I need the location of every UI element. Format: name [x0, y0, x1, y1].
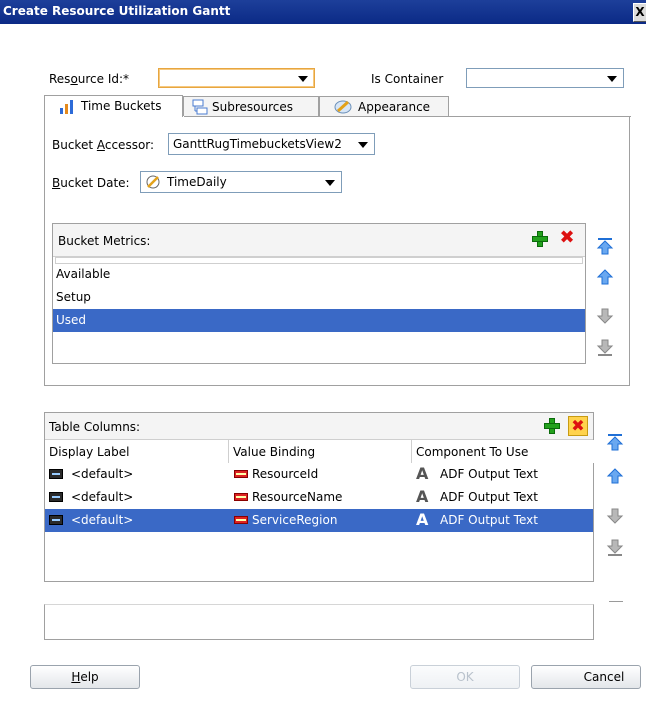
table-columns-title: Table Columns: [49, 420, 141, 434]
bucket-metrics-list: Bucket Metrics: ✖ Available Setup Used [52, 223, 586, 364]
tab-appearance-label: Appearance [358, 100, 431, 114]
component-cell: ADF Output Text [440, 513, 538, 527]
output-text-icon: A [416, 510, 429, 529]
table-header-row: Display Label Value Binding Component To… [45, 440, 595, 463]
tab-appearance[interactable]: Appearance [319, 96, 449, 116]
output-text-icon: A [416, 487, 429, 506]
list-item[interactable]: Setup [53, 286, 585, 309]
attribute-binding-icon [234, 493, 248, 501]
list-item-label: Available [56, 267, 111, 281]
attribute-binding-icon [234, 516, 248, 524]
help-button[interactable]: Help [30, 665, 140, 689]
table-row[interactable]: <default> ResourceName A ADF Output Text [45, 486, 593, 509]
bucket-date-label: Bucket Date: [52, 176, 130, 190]
list-item[interactable]: Available [53, 263, 585, 286]
separator-line [609, 601, 623, 602]
subresources-icon [192, 99, 208, 115]
resource-id-select[interactable] [158, 68, 315, 88]
move-down-icon[interactable] [596, 307, 614, 325]
header-label: Component To Use [416, 445, 529, 459]
bucket-accessor-select[interactable]: GanttRugTimebucketsView2 [168, 133, 375, 155]
bucket-metrics-header: Bucket Metrics: ✖ [53, 224, 585, 257]
column-detail-area [44, 604, 594, 640]
chevron-down-icon [607, 76, 617, 82]
list-item-label: Used [56, 313, 87, 327]
column-header-component[interactable]: Component To Use [412, 440, 595, 463]
column-header-value-binding[interactable]: Value Binding [229, 440, 412, 463]
add-column-icon[interactable] [543, 417, 561, 435]
bucket-accessor-value: GanttRugTimebucketsView2 [173, 137, 342, 151]
time-buckets-icon [60, 100, 73, 114]
column-move-down-icon[interactable] [606, 507, 624, 525]
display-label-cell: <default> [71, 490, 134, 504]
bucket-accessor-label: Bucket Accessor: [52, 138, 155, 152]
value-binding-cell: ResourceId [252, 467, 319, 481]
title-bar: Create Resource Utilization Gantt X [0, 0, 646, 24]
column-header-display-label[interactable]: Display Label [45, 440, 229, 463]
move-to-top-icon[interactable] [596, 237, 614, 255]
move-up-icon[interactable] [596, 268, 614, 286]
create-resource-utilization-gantt-dialog: Create Resource Utilization Gantt X Reso… [0, 0, 646, 702]
value-binding-cell: ResourceName [252, 490, 343, 504]
move-to-bottom-icon[interactable] [596, 339, 614, 357]
output-text-icon: A [416, 464, 429, 483]
table-row-selected[interactable]: <default> ServiceRegion A ADF Output Tex… [45, 509, 593, 532]
close-button[interactable]: X [633, 3, 646, 22]
dialog-title: Create Resource Utilization Gantt [3, 4, 231, 18]
delete-metric-icon[interactable]: ✖ [558, 229, 576, 247]
chevron-down-icon [298, 76, 308, 82]
ok-button[interactable]: OK [410, 665, 520, 689]
value-binding-cell: ServiceRegion [252, 513, 338, 527]
is-container-label: Is Container [371, 72, 444, 86]
delete-column-icon[interactable]: ✖ [568, 416, 588, 436]
tab-time-buckets-label: Time Buckets [81, 99, 162, 113]
column-move-to-top-icon[interactable] [606, 433, 624, 451]
cancel-button[interactable]: Cancel [531, 665, 641, 689]
cancel-label: Cancel [583, 670, 625, 684]
text-tag-icon [49, 492, 63, 502]
attribute-binding-icon [234, 470, 248, 478]
tab-subresources-label: Subresources [212, 100, 293, 114]
add-metric-icon[interactable] [531, 230, 549, 248]
header-label: Value Binding [233, 445, 316, 459]
table-columns-toolbar: Table Columns: ✖ [45, 413, 593, 440]
component-cell: ADF Output Text [440, 467, 538, 481]
appearance-icon [334, 100, 352, 114]
component-cell: ADF Output Text [440, 490, 538, 504]
bucket-metrics-title: Bucket Metrics: [58, 234, 151, 248]
display-label-cell: <default> [71, 513, 134, 527]
tab-subresources[interactable]: Subresources [183, 96, 319, 116]
text-tag-icon [49, 469, 63, 479]
resource-id-label: Resource Id:* [49, 72, 130, 86]
list-item-selected[interactable]: Used [53, 309, 585, 332]
header-label: Display Label [49, 445, 130, 459]
column-move-up-icon[interactable] [606, 467, 624, 485]
column-move-to-bottom-icon[interactable] [606, 539, 624, 557]
display-label-cell: <default> [71, 467, 134, 481]
is-container-select[interactable] [466, 68, 624, 88]
chevron-down-icon [358, 142, 368, 148]
tab-panel-divider [184, 116, 631, 117]
date-picker-icon [146, 175, 160, 189]
text-tag-icon [49, 515, 63, 525]
list-item-label: Setup [56, 290, 91, 304]
bucket-date-select[interactable]: TimeDaily [140, 171, 342, 193]
bucket-date-value: TimeDaily [167, 175, 227, 189]
chevron-down-icon [325, 180, 335, 186]
table-row[interactable]: <default> ResourceId A ADF Output Text [45, 463, 593, 486]
tab-time-buckets[interactable]: Time Buckets [44, 95, 183, 117]
table-columns-table: Table Columns: ✖ Display Label Value Bin… [44, 412, 595, 582]
